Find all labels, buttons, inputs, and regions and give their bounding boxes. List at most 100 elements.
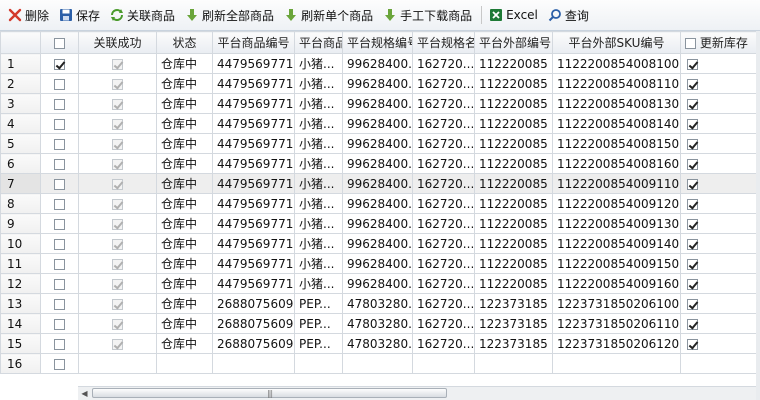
- platform-outer-code-cell[interactable]: 112220085: [474, 73, 553, 94]
- horizontal-scrollbar[interactable]: ◀ |||: [78, 386, 760, 400]
- update-stock-cell[interactable]: [680, 213, 760, 234]
- platform-spec-code-cell[interactable]: 99628400...: [342, 53, 413, 74]
- platform-outer-code-cell[interactable]: 112220085: [474, 93, 553, 114]
- platform-spec-name-cell[interactable]: 162720...: [412, 193, 475, 214]
- row-select-cell[interactable]: [40, 173, 79, 194]
- row-select-checkbox[interactable]: [54, 158, 65, 170]
- table-row[interactable]: 5 仓库中 44795697713 小猪... 99628400... 162720...…: [0, 133, 760, 154]
- row-select-checkbox[interactable]: [54, 318, 65, 330]
- status-cell[interactable]: 仓库中: [156, 333, 213, 354]
- platform-outer-sku-cell[interactable]: 1122200854009130: [552, 213, 681, 234]
- platform-product-name-cell[interactable]: 小猪...: [294, 173, 343, 194]
- platform-spec-name-cell[interactable]: 162720...: [412, 73, 475, 94]
- table-row[interactable]: 4 仓库中 44795697713 小猪... 99628400... 162720...…: [0, 113, 760, 134]
- row-select-cell[interactable]: [40, 193, 79, 214]
- table-row[interactable]: 14 仓库中 26880756093 PEP... 47803280... 162720.…: [0, 313, 760, 334]
- update-stock-cell[interactable]: [680, 173, 760, 194]
- platform-outer-sku-cell[interactable]: 1223731850206110: [552, 313, 681, 334]
- platform-spec-name-cell[interactable]: 162720...: [412, 253, 475, 274]
- platform-product-code-cell[interactable]: 44795697713: [212, 173, 295, 194]
- platform-outer-sku-cell[interactable]: 112220085400810​0: [552, 53, 681, 74]
- platform-outer-sku-cell[interactable]: 1223731850206100: [552, 293, 681, 314]
- select-all-checkbox[interactable]: [54, 37, 65, 49]
- row-select-cell[interactable]: [40, 113, 79, 134]
- update-stock-checkbox[interactable]: [687, 138, 698, 150]
- platform-spec-code-cell[interactable]: 99628400...: [342, 273, 413, 294]
- excel-button[interactable]: Excel: [485, 3, 544, 27]
- scrollbar-thumb[interactable]: |||: [92, 388, 447, 398]
- status-cell[interactable]: [156, 353, 213, 374]
- platform-outer-sku-cell[interactable]: 1122200854009140: [552, 233, 681, 254]
- delete-button[interactable]: 删除: [4, 3, 55, 27]
- row-select-cell[interactable]: [40, 313, 79, 334]
- row-select-checkbox[interactable]: [54, 198, 65, 210]
- update-stock-cell[interactable]: [680, 113, 760, 134]
- update-stock-cell[interactable]: [680, 193, 760, 214]
- platform-product-code-cell[interactable]: 44795697713: [212, 193, 295, 214]
- platform-outer-sku-cell[interactable]: 1122200854009110: [552, 173, 681, 194]
- platform-spec-name-cell[interactable]: 162720...: [412, 313, 475, 334]
- platform-product-name-cell[interactable]: 小猪...: [294, 73, 343, 94]
- platform-outer-sku-cell[interactable]: 1122200854009150: [552, 253, 681, 274]
- status-cell[interactable]: 仓库中: [156, 173, 213, 194]
- status-cell[interactable]: 仓库中: [156, 193, 213, 214]
- platform-spec-name-cell[interactable]: 162720...: [412, 293, 475, 314]
- update-stock-cell[interactable]: [680, 273, 760, 294]
- col-platform-outer-code[interactable]: 平台外部编号: [474, 31, 553, 54]
- platform-spec-code-cell[interactable]: 99628400...: [342, 113, 413, 134]
- status-cell[interactable]: 仓库中: [156, 133, 213, 154]
- platform-outer-code-cell[interactable]: 112220085: [474, 113, 553, 134]
- update-stock-cell[interactable]: [680, 253, 760, 274]
- platform-spec-code-cell[interactable]: 47803280...: [342, 333, 413, 354]
- platform-outer-sku-cell[interactable]: 1122200854008110: [552, 73, 681, 94]
- vertical-scrollbar[interactable]: [756, 31, 760, 400]
- update-stock-cell[interactable]: [680, 93, 760, 114]
- update-stock-cell[interactable]: [680, 333, 760, 354]
- platform-spec-code-cell[interactable]: 99628400...: [342, 173, 413, 194]
- platform-product-name-cell[interactable]: 小猪...: [294, 133, 343, 154]
- update-stock-checkbox[interactable]: [687, 218, 698, 230]
- update-stock-cell[interactable]: [680, 313, 760, 334]
- update-stock-checkbox[interactable]: [687, 338, 698, 350]
- row-select-cell[interactable]: [40, 213, 79, 234]
- platform-spec-code-cell[interactable]: 99628400...: [342, 213, 413, 234]
- status-cell[interactable]: 仓库中: [156, 73, 213, 94]
- table-row[interactable]: 13 仓库中 26880756093 PEP... 47803280... 162720.…: [0, 293, 760, 314]
- platform-product-name-cell[interactable]: 小猪...: [294, 213, 343, 234]
- col-platform-product-code[interactable]: 平台商品编号: [212, 31, 295, 54]
- col-platform-spec-code[interactable]: 平台规格编号: [342, 31, 413, 54]
- col-platform-product-name[interactable]: 平台商品: [294, 31, 343, 54]
- platform-product-code-cell[interactable]: 26880756093: [212, 293, 295, 314]
- table-row[interactable]: 7 仓库中 44795697713 小猪... 99628400... 162720...…: [0, 173, 760, 194]
- platform-product-code-cell[interactable]: 44795697713: [212, 233, 295, 254]
- platform-outer-sku-cell[interactable]: 1122200854008150: [552, 133, 681, 154]
- status-cell[interactable]: 仓库中: [156, 93, 213, 114]
- row-select-cell[interactable]: [40, 133, 79, 154]
- platform-spec-code-cell[interactable]: [342, 353, 413, 374]
- table-row[interactable]: 6 仓库中 44795697713 小猪... 99628400... 162720...…: [0, 153, 760, 174]
- manual-download-button[interactable]: 手工下载商品: [379, 3, 478, 27]
- platform-product-code-cell[interactable]: 44795697713: [212, 93, 295, 114]
- update-stock-cell[interactable]: [680, 353, 760, 374]
- update-stock-cell[interactable]: [680, 73, 760, 94]
- platform-product-code-cell[interactable]: [212, 353, 295, 374]
- row-select-checkbox[interactable]: [54, 358, 65, 370]
- update-stock-checkbox[interactable]: [687, 318, 698, 330]
- platform-product-name-cell[interactable]: 小猪...: [294, 53, 343, 74]
- row-select-cell[interactable]: [40, 53, 79, 74]
- platform-spec-code-cell[interactable]: 99628400...: [342, 253, 413, 274]
- update-stock-checkbox[interactable]: [687, 178, 698, 190]
- table-row[interactable]: 8 仓库中 44795697713 小猪... 99628400... 162720...…: [0, 193, 760, 214]
- platform-product-code-cell[interactable]: 26880756093: [212, 313, 295, 334]
- platform-product-name-cell[interactable]: 小猪...: [294, 193, 343, 214]
- update-stock-cell[interactable]: [680, 293, 760, 314]
- platform-outer-code-cell[interactable]: 122373185: [474, 313, 553, 334]
- status-cell[interactable]: 仓库中: [156, 233, 213, 254]
- platform-product-name-cell[interactable]: PEP...: [294, 293, 343, 314]
- query-button[interactable]: 查询: [544, 3, 595, 27]
- row-select-checkbox[interactable]: [54, 338, 65, 350]
- platform-outer-code-cell[interactable]: 122373185: [474, 293, 553, 314]
- row-select-cell[interactable]: [40, 153, 79, 174]
- status-cell[interactable]: 仓库中: [156, 313, 213, 334]
- platform-outer-sku-cell[interactable]: 1122200854009160: [552, 273, 681, 294]
